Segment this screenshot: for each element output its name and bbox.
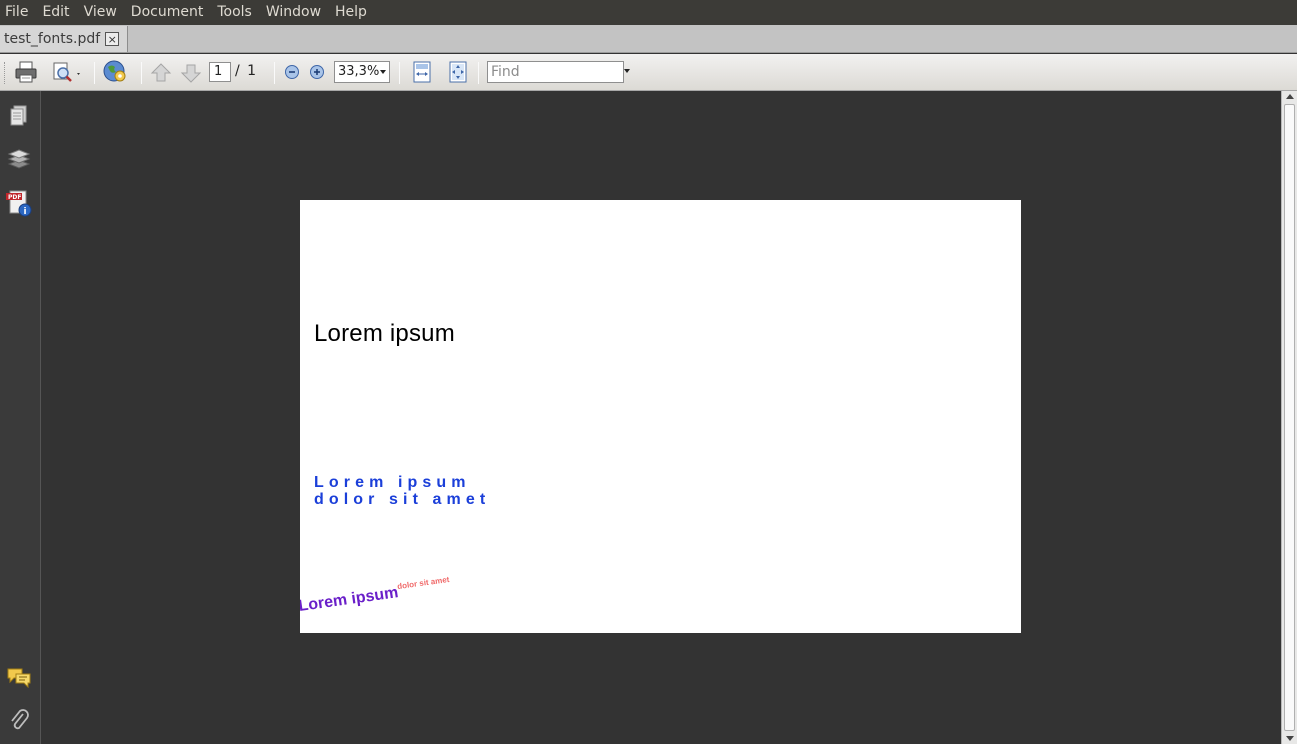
earth-gear-icon[interactable] <box>102 59 130 85</box>
toolbar-separator <box>141 62 142 84</box>
chevron-down-icon[interactable] <box>380 70 386 74</box>
print-icon[interactable] <box>14 60 38 84</box>
menu-view[interactable]: View <box>77 0 124 25</box>
page-text-spaced-line-2: dolor sit amet <box>314 491 491 508</box>
vertical-scrollbar[interactable] <box>1281 91 1297 744</box>
tab-bar: test_fonts.pdf × <box>0 25 1297 53</box>
left-sidebar: PDF i <box>0 91 41 744</box>
pdf-page: Lorem ipsum Lorem ipsum dolor sit amet L… <box>300 200 1021 633</box>
menu-bar: File Edit View Document Tools Window Hel… <box>0 0 1297 25</box>
close-icon[interactable]: × <box>105 32 120 46</box>
zoom-in-icon[interactable] <box>309 64 325 80</box>
toolbar-separator <box>399 62 400 84</box>
page-text-rotated: Lorem ipsumdolor sit amet <box>300 575 451 616</box>
chevron-down-icon[interactable] <box>624 69 630 73</box>
scroll-up-icon[interactable] <box>1286 94 1294 99</box>
layers-icon[interactable] <box>7 148 31 170</box>
toolbar <box>0 54 1297 91</box>
pages-icon[interactable] <box>8 104 30 128</box>
page-text-spaced: Lorem ipsum dolor sit amet <box>314 474 490 508</box>
zoom-select[interactable]: 33,3% <box>334 61 390 83</box>
comments-icon[interactable] <box>6 666 32 688</box>
svg-text:PDF: PDF <box>8 194 21 201</box>
print-preview-icon[interactable] <box>50 60 86 84</box>
page-total-label: / 1 <box>235 63 257 79</box>
toolbar-grip <box>4 62 7 84</box>
arrow-down-icon[interactable] <box>180 62 202 84</box>
menu-edit[interactable]: Edit <box>35 0 76 25</box>
find-input[interactable]: Find <box>487 61 624 83</box>
tab-label: test_fonts.pdf <box>4 31 101 47</box>
scroll-down-icon[interactable] <box>1286 736 1294 741</box>
menu-tools[interactable]: Tools <box>210 0 259 25</box>
zoom-out-icon[interactable] <box>284 64 300 80</box>
toolbar-separator <box>274 62 275 84</box>
fit-width-icon[interactable] <box>412 61 432 83</box>
toolbar-separator <box>478 62 479 84</box>
arrow-up-icon[interactable] <box>150 62 172 84</box>
page-text-lorem-ipsum: Lorem ipsum <box>314 320 455 347</box>
menu-file[interactable]: File <box>0 0 35 25</box>
toolbar-separator <box>94 62 95 84</box>
page-text-rotated-main: Lorem ipsum <box>300 584 400 616</box>
fit-page-icon[interactable] <box>448 61 468 83</box>
page-number-input[interactable]: 1 <box>209 62 231 82</box>
menu-window[interactable]: Window <box>259 0 328 25</box>
menu-help[interactable]: Help <box>328 0 374 25</box>
tab-test-fonts[interactable]: test_fonts.pdf × <box>0 26 128 52</box>
attachment-icon[interactable] <box>8 708 30 732</box>
svg-text:i: i <box>24 207 27 217</box>
page-text-rotated-small: dolor sit amet <box>396 574 450 592</box>
pdf-info-icon[interactable]: PDF i <box>4 189 34 219</box>
zoom-value: 33,3% <box>338 64 380 79</box>
menu-document[interactable]: Document <box>124 0 211 25</box>
scrollbar-thumb[interactable] <box>1284 104 1295 731</box>
page-text-spaced-line-1: Lorem ipsum <box>314 474 471 491</box>
